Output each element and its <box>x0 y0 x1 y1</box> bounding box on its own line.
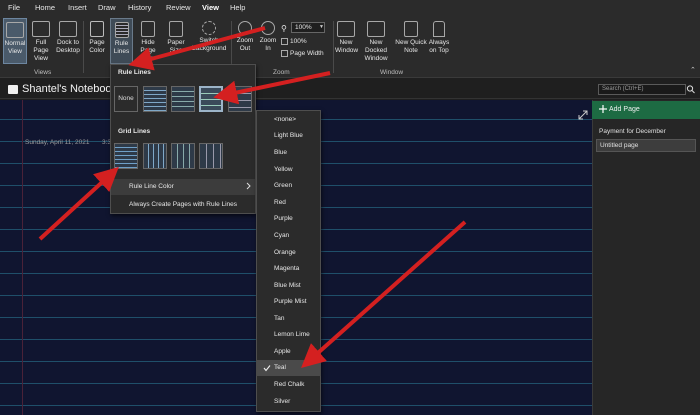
page-width-button[interactable]: Page Width <box>281 50 324 57</box>
chevron-right-icon <box>246 182 251 190</box>
always-on-top-button[interactable]: Always on Top <box>428 18 450 64</box>
checkmark-icon <box>263 365 271 372</box>
search-input[interactable]: Search (Ctrl+E) <box>598 84 686 95</box>
search-icon[interactable] <box>686 84 696 95</box>
tab-home[interactable]: Home <box>35 3 55 12</box>
zoom-in-icon <box>261 21 275 35</box>
rule-lines-standard-option[interactable] <box>199 86 223 112</box>
quick-note-icon <box>404 21 418 37</box>
page-color-button[interactable]: Page Color <box>86 18 108 64</box>
magnifier-icon: ⚲ <box>281 24 287 33</box>
plus-icon <box>599 105 607 113</box>
ribbon-tab-bar: File Home Insert Draw History Review Vie… <box>0 0 700 17</box>
rule-lines-none-option[interactable]: None <box>114 86 138 112</box>
color-option-red[interactable]: Red <box>256 195 321 211</box>
grid-lines-header: Grid Lines <box>118 128 151 135</box>
full-page-view-button[interactable]: Full Page View <box>28 18 54 64</box>
color-option-yellow[interactable]: Yellow <box>256 162 321 178</box>
pin-icon <box>433 21 445 37</box>
grid-lines-small-option[interactable] <box>114 143 138 169</box>
paper-size-button[interactable]: Paper Size <box>164 18 188 64</box>
tab-history[interactable]: History <box>128 3 151 12</box>
zoom-100-button[interactable]: 100% <box>281 38 307 45</box>
color-option-blue-mist[interactable]: Blue Mist <box>256 278 321 294</box>
normal-view-icon <box>6 22 24 38</box>
always-create-rule-lines-menu-item[interactable]: Always Create Pages with Rule Lines <box>111 201 237 208</box>
rule-lines-icon <box>114 22 129 38</box>
color-option-red-chalk[interactable]: Red Chalk <box>256 377 321 393</box>
zoom-out-button[interactable]: Zoom Out <box>234 18 256 64</box>
hide-title-icon <box>141 21 155 37</box>
color-option-apple[interactable]: Apple <box>256 344 321 360</box>
docked-window-icon <box>367 21 385 37</box>
grid-lines-xlarge-option[interactable] <box>199 143 223 169</box>
rule-lines-college-option[interactable] <box>171 86 195 112</box>
dock-icon <box>59 21 77 37</box>
grid-lines-large-option[interactable] <box>171 143 195 169</box>
zoom-group-label: Zoom <box>273 69 290 76</box>
notebook-title[interactable]: Shantel's Notebook <box>22 83 117 95</box>
add-page-button[interactable]: Add Page <box>592 101 700 119</box>
rule-lines-button[interactable]: Rule Lines <box>110 18 133 64</box>
tab-insert[interactable]: Insert <box>68 3 87 12</box>
paper-size-icon <box>169 21 183 37</box>
new-window-icon <box>337 21 355 37</box>
normal-view-button[interactable]: Normal View <box>3 18 27 64</box>
color-option-lemon-lime[interactable]: Lemon Lime <box>256 327 321 343</box>
grid-lines-medium-option[interactable] <box>143 143 167 169</box>
tab-file[interactable]: File <box>8 3 20 12</box>
views-group-label: Views <box>34 69 52 76</box>
tab-review[interactable]: Review <box>166 3 191 12</box>
color-option-silver[interactable]: Silver <box>256 394 321 410</box>
switch-background-button[interactable]: Switch Background <box>190 18 228 64</box>
page-width-icon <box>281 50 288 57</box>
color-option-cyan[interactable]: Cyan <box>256 228 321 244</box>
tab-view[interactable]: View <box>201 3 220 17</box>
new-quick-note-button[interactable]: New Quick Note <box>395 18 427 64</box>
hide-page-title-button[interactable]: Hide Page Title <box>135 18 161 64</box>
color-option-magenta[interactable]: Magenta <box>256 261 321 277</box>
new-docked-window-button[interactable]: New Docked Window <box>358 18 394 64</box>
dock-to-desktop-button[interactable]: Dock to Desktop <box>55 18 81 64</box>
page-list-item[interactable]: Payment for December <box>596 128 666 135</box>
page-color-icon <box>90 21 104 37</box>
rule-lines-header: Rule Lines <box>118 69 151 76</box>
margin-line <box>22 100 23 415</box>
color-option-blue[interactable]: Blue <box>256 145 321 161</box>
ribbon-separator <box>83 21 84 73</box>
page-date: Sunday, April 11, 2021 <box>25 139 90 146</box>
ribbon-separator <box>333 21 334 73</box>
notebook-icon <box>8 85 18 94</box>
page-list-item[interactable]: Untitled page <box>596 139 696 152</box>
rule-lines-narrow-option[interactable] <box>143 86 167 112</box>
zoom-out-icon <box>238 21 252 35</box>
expand-icon[interactable] <box>578 110 588 120</box>
chevron-down-icon: ▼ <box>319 24 324 30</box>
color-option-orange[interactable]: Orange <box>256 245 321 261</box>
tab-draw[interactable]: Draw <box>98 3 116 12</box>
color-option-green[interactable]: Green <box>256 178 321 194</box>
collapse-ribbon-icon[interactable]: ⌃ <box>690 66 696 74</box>
rule-line-color-menu-item[interactable]: Rule Line Color <box>111 179 255 195</box>
full-page-view-icon <box>32 21 50 37</box>
window-group-label: Window <box>380 69 404 76</box>
zoom-100-icon <box>281 38 288 45</box>
color-option-purple[interactable]: Purple <box>256 211 321 227</box>
color-option-purple-mist[interactable]: Purple Mist <box>256 294 321 310</box>
color-option-light-blue[interactable]: Light Blue <box>256 128 321 144</box>
zoom-in-button[interactable]: Zoom In <box>257 18 279 64</box>
color-option-none[interactable]: <none> <box>256 112 321 128</box>
tab-help[interactable]: Help <box>230 3 245 12</box>
sun-icon <box>202 21 216 35</box>
rule-lines-wide-option[interactable] <box>228 86 252 112</box>
color-option-tan[interactable]: Tan <box>256 311 321 327</box>
new-window-button[interactable]: New Window <box>335 18 358 64</box>
